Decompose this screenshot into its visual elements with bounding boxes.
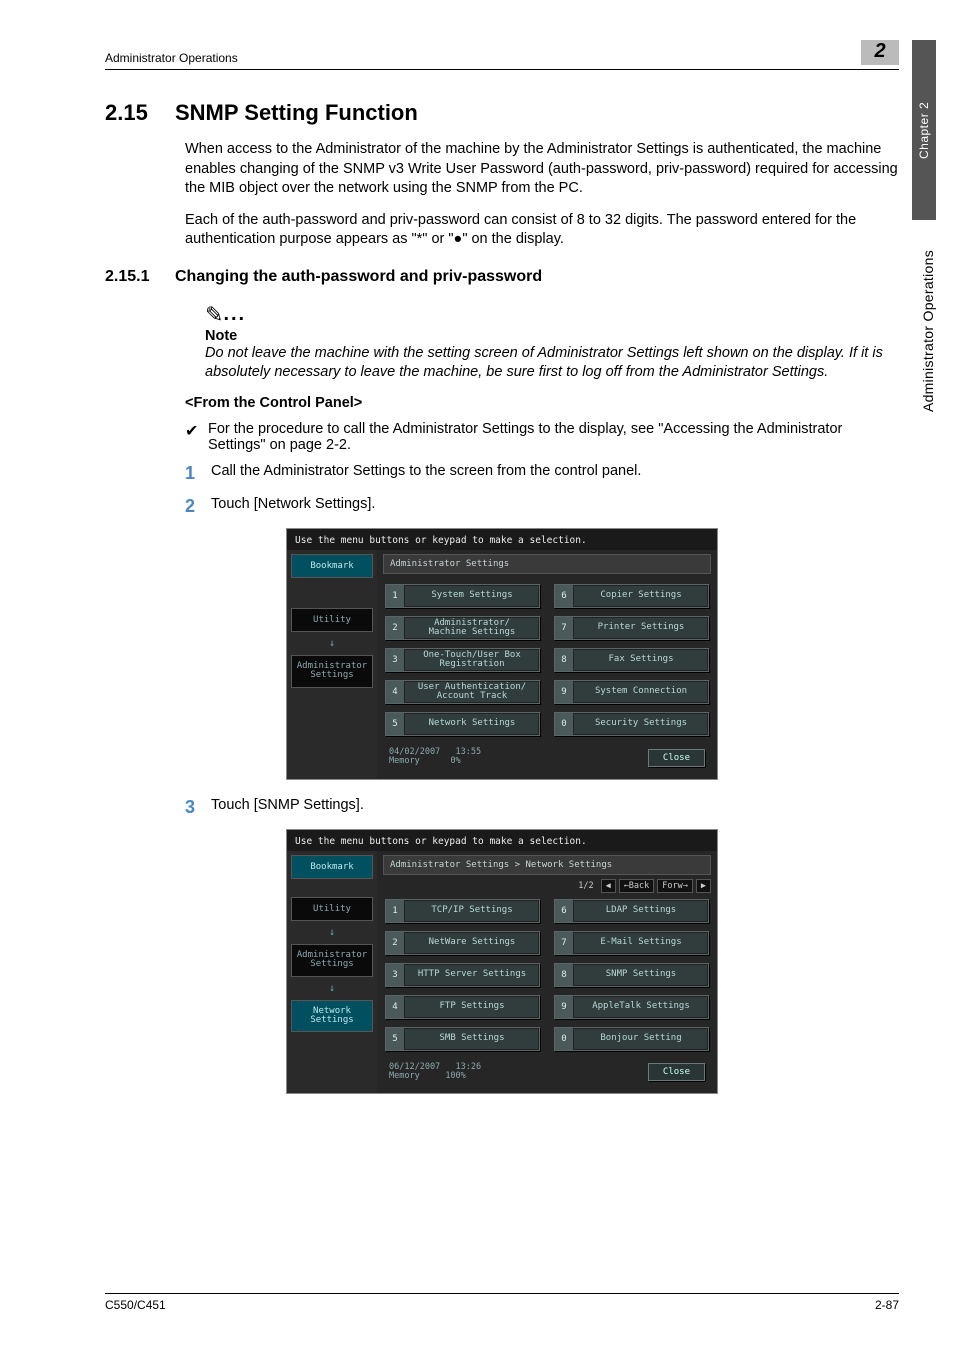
side-chapter-label: Chapter 2 [912, 40, 936, 220]
opt-onetouch-userbox[interactable]: 3One-Touch/User Box Registration [385, 648, 540, 672]
arrow-down-icon: ↓ [291, 983, 373, 994]
arrow-down-icon: ↓ [291, 638, 373, 649]
page-next-button[interactable]: ▶ [696, 879, 711, 893]
opt-network-settings[interactable]: 5Network Settings [385, 712, 540, 736]
panel-breadcrumb: Administrator Settings [390, 559, 509, 569]
intro-paragraph-1: When access to the Administrator of the … [185, 140, 899, 199]
checkmark-icon: ✔ [185, 421, 208, 453]
opt-smb-settings[interactable]: 5SMB Settings [385, 1027, 540, 1051]
intro-paragraph-2: Each of the auth-password and priv-passw… [185, 211, 899, 250]
opt-tcpip-settings[interactable]: 1TCP/IP Settings [385, 899, 540, 923]
opt-email-settings[interactable]: 7E-Mail Settings [554, 931, 709, 955]
section-number: 2.15 [105, 100, 175, 126]
side-tab-bookmark[interactable]: Bookmark [291, 554, 373, 578]
opt-snmp-settings[interactable]: 8SNMP Settings [554, 963, 709, 987]
note-label: Note [205, 328, 899, 344]
side-tab-admin-settings[interactable]: Administrator Settings [291, 944, 373, 977]
subsection-heading: 2.15.1Changing the auth-password and pri… [105, 268, 899, 286]
close-button[interactable]: Close [648, 1063, 705, 1081]
side-tab-admin-settings[interactable]: Administrator Settings [291, 655, 373, 688]
opt-bonjour-setting[interactable]: 0Bonjour Setting [554, 1027, 709, 1051]
device-panel-network-settings: Use the menu buttons or keypad to make a… [287, 830, 717, 1094]
panel-footer-status: 06/12/2007 13:26 Memory 100% [389, 1063, 481, 1082]
side-tab-utility[interactable]: Utility [291, 608, 373, 632]
page-indicator: 1/2 [574, 880, 597, 892]
note-text: Do not leave the machine with the settin… [205, 344, 899, 383]
opt-user-auth-account[interactable]: 4User Authentication/ Account Track [385, 680, 540, 704]
side-tab-bookmark[interactable]: Bookmark [291, 855, 373, 879]
opt-fax-settings[interactable]: 8Fax Settings [554, 648, 709, 672]
from-control-panel-heading: <From the Control Panel> [185, 395, 899, 411]
header-left: Administrator Operations [105, 51, 238, 65]
close-button[interactable]: Close [648, 749, 705, 767]
device-panel-admin-settings: Use the menu buttons or keypad to make a… [287, 529, 717, 779]
panel-footer-status: 04/02/2007 13:55 Memory 0% [389, 748, 481, 767]
subsection-title: Changing the auth-password and priv-pass… [175, 268, 542, 285]
opt-ldap-settings[interactable]: 6LDAP Settings [554, 899, 709, 923]
step-text-2: Touch [Network Settings]. [211, 496, 375, 512]
side-tab-utility[interactable]: Utility [291, 897, 373, 921]
footer-model: C550/C451 [105, 1298, 166, 1312]
opt-system-connection[interactable]: 9System Connection [554, 680, 709, 704]
opt-netware-settings[interactable]: 2NetWare Settings [385, 931, 540, 955]
page-back-button[interactable]: ←Back [619, 879, 655, 893]
panel-breadcrumb: Administrator Settings > Network Setting… [390, 860, 612, 870]
section-heading: 2.15SNMP Setting Function [105, 100, 899, 126]
note-dots: ... [223, 303, 246, 325]
panel-top-message: Use the menu buttons or keypad to make a… [287, 830, 717, 851]
subsection-number: 2.15.1 [105, 268, 175, 286]
panel-top-message: Use the menu buttons or keypad to make a… [287, 529, 717, 550]
pencil-icon: ✎ [205, 302, 223, 328]
footer-page-number: 2-87 [875, 1298, 899, 1312]
step-text-3: Touch [SNMP Settings]. [211, 797, 364, 813]
opt-printer-settings[interactable]: 7Printer Settings [554, 616, 709, 640]
page-forward-button[interactable]: Forw→ [657, 879, 693, 893]
note-icon-row: ✎... [205, 300, 899, 326]
page-prev-button[interactable]: ◀ [601, 879, 616, 893]
side-tab-network-settings[interactable]: Network Settings [291, 1000, 373, 1033]
step-number-2: 2 [185, 496, 211, 517]
opt-http-server-settings[interactable]: 3HTTP Server Settings [385, 963, 540, 987]
opt-copier-settings[interactable]: 6Copier Settings [554, 584, 709, 608]
step-number-3: 3 [185, 797, 211, 818]
opt-ftp-settings[interactable]: 4FTP Settings [385, 995, 540, 1019]
opt-appletalk-settings[interactable]: 9AppleTalk Settings [554, 995, 709, 1019]
step-text-1: Call the Administrator Settings to the s… [211, 463, 641, 479]
section-title: SNMP Setting Function [175, 100, 418, 125]
opt-admin-machine-settings[interactable]: 2Administrator/ Machine Settings [385, 616, 540, 640]
opt-system-settings[interactable]: 1System Settings [385, 584, 540, 608]
opt-security-settings[interactable]: 0Security Settings [554, 712, 709, 736]
arrow-down-icon: ↓ [291, 927, 373, 938]
header-chapter-number: 2 [861, 40, 899, 65]
check-text: For the procedure to call the Administra… [208, 421, 899, 453]
step-number-1: 1 [185, 463, 211, 484]
side-operations-label: Administrator Operations [920, 250, 936, 412]
